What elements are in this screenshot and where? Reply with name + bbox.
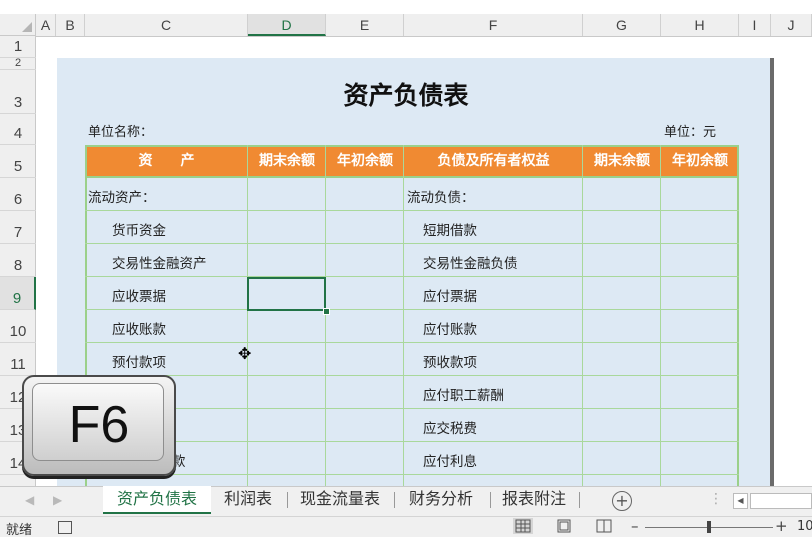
liability-cell[interactable]: 交易性金融负债 bbox=[423, 252, 518, 272]
liability-cell[interactable]: 应付职工薪酬 bbox=[423, 384, 504, 404]
grid-line bbox=[325, 145, 326, 486]
key-label: F6 bbox=[68, 396, 130, 454]
grid-line bbox=[85, 243, 739, 244]
column-header-c[interactable]: C bbox=[85, 14, 248, 36]
zoom-level[interactable]: 10 bbox=[797, 519, 812, 534]
grid-line bbox=[85, 375, 739, 376]
row-header-1[interactable]: 1 bbox=[0, 36, 36, 58]
row-header-10[interactable]: 10 bbox=[0, 310, 36, 343]
asset-cell[interactable]: 应收账款 bbox=[112, 318, 166, 338]
report-shadow bbox=[770, 58, 774, 488]
fill-handle[interactable] bbox=[323, 308, 330, 315]
report-title: 资产负债表 bbox=[343, 81, 469, 110]
normal-view-icon bbox=[515, 519, 531, 533]
row-header-2[interactable]: 2 bbox=[0, 57, 36, 70]
column-header-b[interactable]: B bbox=[56, 14, 85, 36]
grid-line bbox=[85, 342, 739, 343]
liability-cell[interactable]: 流动负债： bbox=[407, 186, 475, 206]
liability-cell[interactable]: 应付票据 bbox=[423, 285, 477, 305]
asset-cell[interactable]: 交易性金融资产 bbox=[112, 252, 207, 272]
prev-sheet-icon[interactable]: ◀ bbox=[25, 493, 34, 507]
asset-cell[interactable]: 预付款项 bbox=[112, 351, 166, 371]
tab-separator bbox=[394, 492, 395, 508]
splitter-handle-icon[interactable]: ⋮ bbox=[709, 491, 723, 507]
keyboard-key-overlay: F6 bbox=[22, 375, 176, 476]
tab-separator bbox=[579, 492, 580, 508]
grid-line bbox=[85, 408, 739, 409]
select-all-corner[interactable] bbox=[0, 14, 36, 36]
header-liabilities-end-balance[interactable]: 期末余额 bbox=[583, 145, 661, 178]
row-header-5[interactable]: 5 bbox=[0, 145, 36, 178]
tab-separator bbox=[490, 492, 491, 508]
tab-income-statement[interactable]: 利润表 bbox=[216, 486, 280, 514]
unit-name-label: 单位名称： bbox=[88, 125, 154, 140]
grid-line bbox=[85, 276, 739, 277]
grid-line bbox=[247, 145, 248, 486]
zoom-in-button[interactable]: + bbox=[775, 517, 788, 535]
grid-line bbox=[85, 474, 739, 475]
page-layout-button[interactable] bbox=[554, 518, 574, 534]
asset-cell[interactable]: 流动资产： bbox=[88, 186, 156, 206]
add-sheet-button[interactable]: + bbox=[612, 491, 632, 511]
liability-cell[interactable]: 应交税费 bbox=[423, 417, 477, 437]
unit-label: 单位：元 bbox=[664, 125, 717, 140]
normal-view-button[interactable] bbox=[513, 518, 533, 534]
column-header-j[interactable]: J bbox=[771, 14, 812, 36]
column-header-g[interactable]: G bbox=[583, 14, 661, 36]
page-break-preview-button[interactable] bbox=[594, 518, 614, 534]
liability-cell[interactable]: 应付账款 bbox=[423, 318, 477, 338]
asset-cell[interactable]: 货币资金 bbox=[112, 219, 166, 239]
grid-line bbox=[85, 210, 739, 211]
liability-cell[interactable]: 预收款项 bbox=[423, 351, 477, 371]
column-header-f[interactable]: F bbox=[404, 14, 583, 36]
next-sheet-icon[interactable]: ▶ bbox=[53, 493, 62, 507]
active-cell-d9[interactable] bbox=[247, 277, 326, 311]
tab-financial-analysis[interactable]: 财务分析 bbox=[400, 486, 482, 514]
asset-cell[interactable]: 应收票据 bbox=[112, 285, 166, 305]
column-header-a[interactable]: A bbox=[36, 14, 56, 36]
tab-balance-sheet[interactable]: 资产负债表 bbox=[103, 486, 211, 514]
grid-line bbox=[85, 309, 739, 310]
zoom-slider-thumb[interactable] bbox=[707, 521, 711, 533]
liability-cell[interactable]: 应付利息 bbox=[423, 450, 477, 470]
row-header-6[interactable]: 6 bbox=[0, 178, 36, 211]
grid-line bbox=[85, 441, 739, 442]
page-layout-icon bbox=[557, 519, 571, 533]
tab-cash-flow[interactable]: 现金流量表 bbox=[293, 486, 387, 514]
mouse-cursor-icon: ✥ bbox=[238, 344, 252, 363]
grid-line bbox=[660, 145, 661, 486]
header-liabilities[interactable]: 负债及所有者权益 bbox=[404, 145, 583, 178]
grid-line bbox=[403, 145, 404, 486]
header-assets-begin-balance[interactable]: 年初余额 bbox=[326, 145, 404, 178]
zoom-out-button[interactable]: – bbox=[631, 517, 639, 535]
grid-line bbox=[737, 145, 739, 486]
macro-record-icon[interactable] bbox=[58, 521, 72, 534]
liability-cell[interactable]: 短期借款 bbox=[423, 219, 477, 239]
row-header-7[interactable]: 7 bbox=[0, 211, 36, 244]
header-assets[interactable]: 资 产 bbox=[85, 145, 248, 178]
column-header-h[interactable]: H bbox=[661, 14, 739, 36]
page-break-icon bbox=[596, 519, 612, 533]
column-header-e[interactable]: E bbox=[326, 14, 404, 36]
status-ready: 就绪 bbox=[6, 523, 33, 538]
row-header-8[interactable]: 8 bbox=[0, 244, 36, 277]
column-header-d[interactable]: D bbox=[248, 14, 326, 36]
column-header-i[interactable]: I bbox=[739, 14, 771, 36]
scroll-left-button[interactable]: ◀ bbox=[733, 493, 748, 509]
grid-line bbox=[582, 145, 583, 486]
tab-separator bbox=[287, 492, 288, 508]
row-header-11[interactable]: 11 bbox=[0, 343, 36, 376]
horizontal-scrollbar[interactable] bbox=[750, 493, 812, 509]
row-header-9[interactable]: 9 bbox=[0, 277, 36, 310]
row-header-4[interactable]: 4 bbox=[0, 114, 36, 145]
tab-report-notes[interactable]: 报表附注 bbox=[495, 486, 573, 514]
header-assets-end-balance[interactable]: 期末余额 bbox=[248, 145, 326, 178]
header-liabilities-begin-balance[interactable]: 年初余额 bbox=[661, 145, 739, 178]
